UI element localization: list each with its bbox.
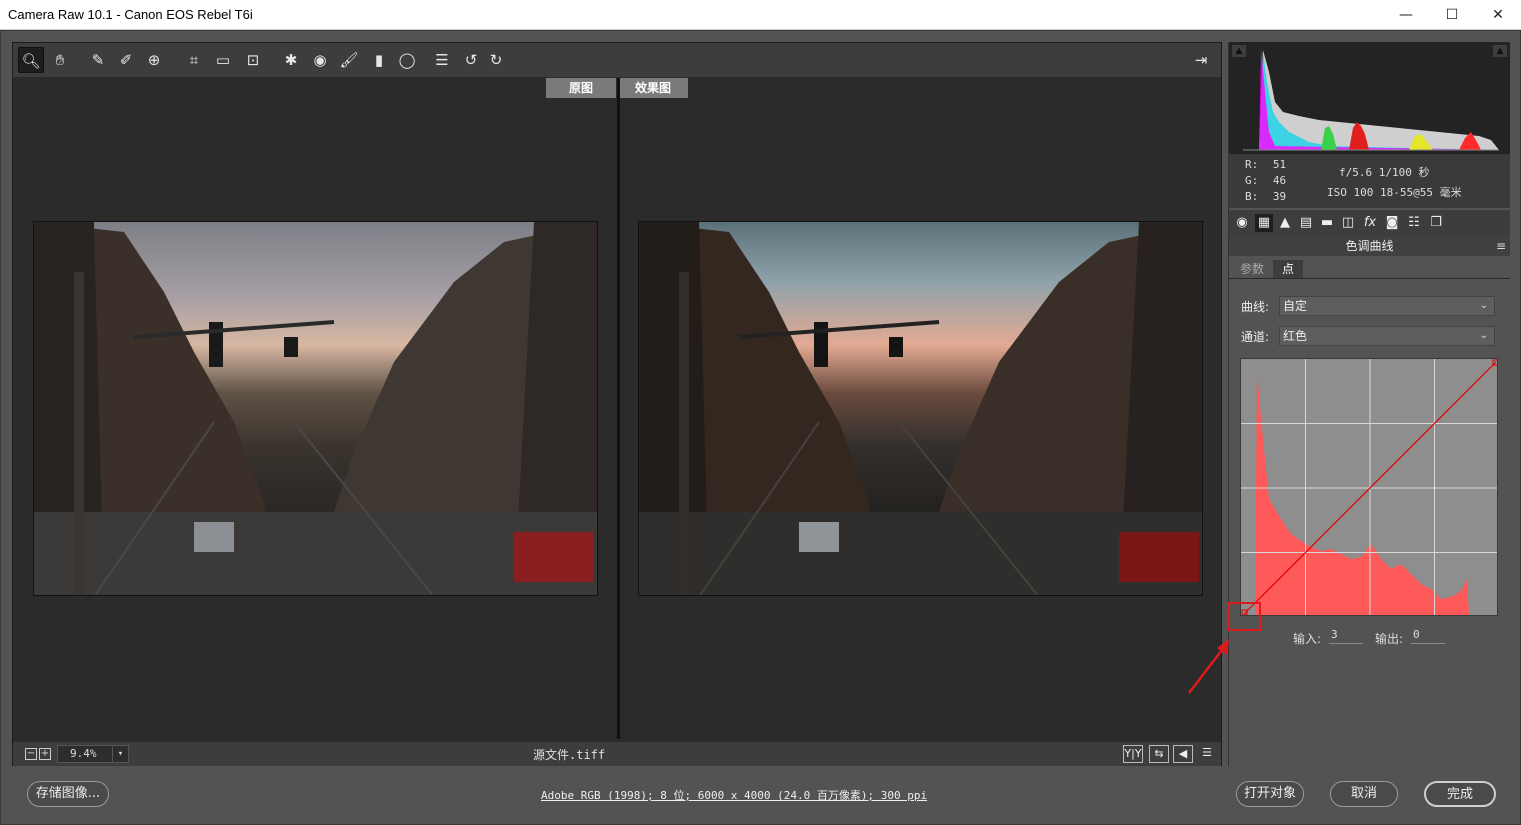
tab-point[interactable]: 点 [1273, 260, 1303, 278]
split-toning-tab-icon[interactable]: ▬ [1318, 214, 1336, 232]
minimize-button[interactable]: — [1383, 0, 1429, 30]
input-label: 输入: [1293, 632, 1322, 646]
zoom-value: 9.4% [70, 747, 97, 760]
tone-curve-canvas [1241, 359, 1497, 615]
after-image [638, 221, 1203, 596]
presets-tab-icon[interactable]: ☷ [1405, 214, 1423, 232]
graduated-filter-icon[interactable]: ▮ [366, 47, 392, 73]
tool-bar: 🔍︎ ✋︎ ✎ ✐ ⊕ ⌗ ▭ ⊡ ✱ ◉ 🖌︎ ▮ ◯ ☰ ↺ ↻ ⇥ [13, 43, 1221, 77]
title-bar: Camera Raw 10.1 - Canon EOS Rebel T6i — … [0, 0, 1521, 30]
input-field[interactable]: 3 [1329, 628, 1363, 644]
toggle-fullscreen-icon[interactable]: ⇥ [1189, 47, 1213, 73]
basic-tab-icon[interactable]: ◉ [1233, 214, 1251, 232]
before-image [33, 221, 598, 596]
curve-select[interactable]: 自定 ⌄ [1279, 296, 1495, 316]
r-label: R: [1245, 158, 1259, 171]
g-label: G: [1245, 174, 1259, 187]
close-button[interactable]: ✕ [1475, 0, 1521, 30]
iso-focal: ISO 100 18-55@55 毫米 [1327, 186, 1462, 199]
rotate-cw-icon[interactable]: ↻ [483, 47, 509, 73]
target-adjust-icon[interactable]: ⊕ [141, 47, 167, 73]
panel-menu-icon[interactable]: ≡ [1496, 236, 1506, 256]
zoom-out-button[interactable]: − [25, 748, 37, 760]
channel-value: 红色 [1283, 329, 1308, 343]
tone-curve-graph[interactable] [1240, 358, 1498, 616]
before-after-divider [617, 78, 620, 739]
curve-label: 曲线: [1241, 300, 1270, 314]
chevron-down-icon: ⌄ [1479, 330, 1488, 341]
before-image-scene [34, 222, 597, 595]
after-image-scene [639, 222, 1202, 595]
aperture-shutter: f/5.6 1/100 秒 [1339, 166, 1430, 179]
panel-title-text: 色调曲线 [1345, 239, 1394, 253]
r-value: 51 [1272, 158, 1287, 171]
window-title: Camera Raw 10.1 - Canon EOS Rebel T6i [8, 7, 253, 22]
white-balance-icon[interactable]: ✎ [85, 47, 111, 73]
view-settings-icon[interactable]: ☰ [1197, 745, 1217, 763]
done-button[interactable]: 完成 [1424, 781, 1496, 807]
open-object-button[interactable]: 打开对象 [1236, 781, 1304, 807]
zoom-icon[interactable]: 🔍︎ [18, 47, 44, 73]
save-image-button[interactable]: 存储图像... [27, 781, 109, 807]
effects-tab-icon[interactable]: fx [1361, 214, 1379, 232]
swap-settings-icon[interactable]: ⇆ [1149, 745, 1169, 763]
g-value: 46 [1272, 174, 1287, 187]
filename-label: 源文件.tiff [533, 748, 606, 762]
b-label: B: [1245, 190, 1259, 203]
panel-tabs: ◉ ▦ ▲ ▤ ▬ ◫ fx ◙ ☷ ❐ [1229, 210, 1510, 236]
chevron-down-icon: ▾ [112, 746, 128, 762]
adjustment-brush-icon[interactable]: 🖌︎ [336, 47, 362, 73]
subtab-divider [1229, 278, 1510, 279]
tab-parametric[interactable]: 参数 [1233, 260, 1271, 278]
channel-select[interactable]: 红色 ⌄ [1279, 326, 1495, 346]
radial-filter-icon[interactable]: ◯ [394, 47, 420, 73]
detail-tab-icon[interactable]: ▲ [1276, 214, 1294, 232]
crop-icon[interactable]: ⌗ [181, 47, 207, 73]
calibration-tab-icon[interactable]: ◙ [1383, 214, 1401, 232]
tone-curve-tab-icon[interactable]: ▦ [1255, 214, 1273, 232]
panel-title: 色调曲线 ≡ [1229, 236, 1510, 256]
color-sampler-icon[interactable]: ✐ [113, 47, 139, 73]
rotate-ccw-icon[interactable]: ↺ [458, 47, 484, 73]
workflow-options-link[interactable]: Adobe RGB (1998); 8 位; 6000 x 4000 (24.0… [541, 787, 927, 803]
snapshots-tab-icon[interactable]: ❐ [1427, 214, 1445, 232]
transform-icon[interactable]: ⊡ [240, 47, 266, 73]
spot-removal-icon[interactable]: ✱ [278, 47, 304, 73]
hsl-tab-icon[interactable]: ▤ [1297, 214, 1315, 232]
zoom-select[interactable]: 9.4% ▾ [57, 745, 129, 763]
hand-icon[interactable]: ✋︎ [47, 47, 73, 73]
channel-label: 通道: [1241, 330, 1270, 344]
output-field[interactable]: 0 [1411, 628, 1445, 644]
zoom-in-button[interactable]: + [39, 748, 51, 760]
copy-settings-icon[interactable]: ◀ [1173, 745, 1193, 763]
curve-value: 自定 [1283, 299, 1308, 313]
straighten-icon[interactable]: ▭ [210, 47, 236, 73]
output-label: 输出: [1375, 632, 1404, 646]
preview-area: 🔍︎ ✋︎ ✎ ✐ ⊕ ⌗ ▭ ⊡ ✱ ◉ 🖌︎ ▮ ◯ ☰ ↺ ↻ ⇥ 原图 … [12, 42, 1222, 766]
red-eye-icon[interactable]: ◉ [307, 47, 333, 73]
histogram: ▲ ▲ [1229, 42, 1510, 154]
lens-tab-icon[interactable]: ◫ [1339, 214, 1357, 232]
cancel-button[interactable]: 取消 [1330, 781, 1398, 807]
settings-panel: ▲ ▲ R: 51 G: 46 B: 39 f/5.6 1/100 秒 ISO … [1228, 42, 1510, 766]
pixel-info: R: 51 G: 46 B: 39 f/5.6 1/100 秒 ISO 100 … [1229, 154, 1510, 208]
preview-bottom-bar: − + 9.4% ▾ 源文件.tiff Y|Y ⇆ ◀ ☰ [13, 742, 1221, 766]
preferences-icon[interactable]: ☰ [429, 47, 455, 73]
b-value: 39 [1272, 190, 1287, 203]
histogram-graph [1243, 48, 1499, 151]
after-view-label: 效果图 [618, 78, 688, 98]
chevron-down-icon: ⌄ [1479, 300, 1488, 311]
before-after-view-icon[interactable]: Y|Y [1123, 745, 1143, 763]
before-view-label: 原图 [546, 78, 616, 98]
maximize-button[interactable]: ☐ [1429, 0, 1475, 30]
